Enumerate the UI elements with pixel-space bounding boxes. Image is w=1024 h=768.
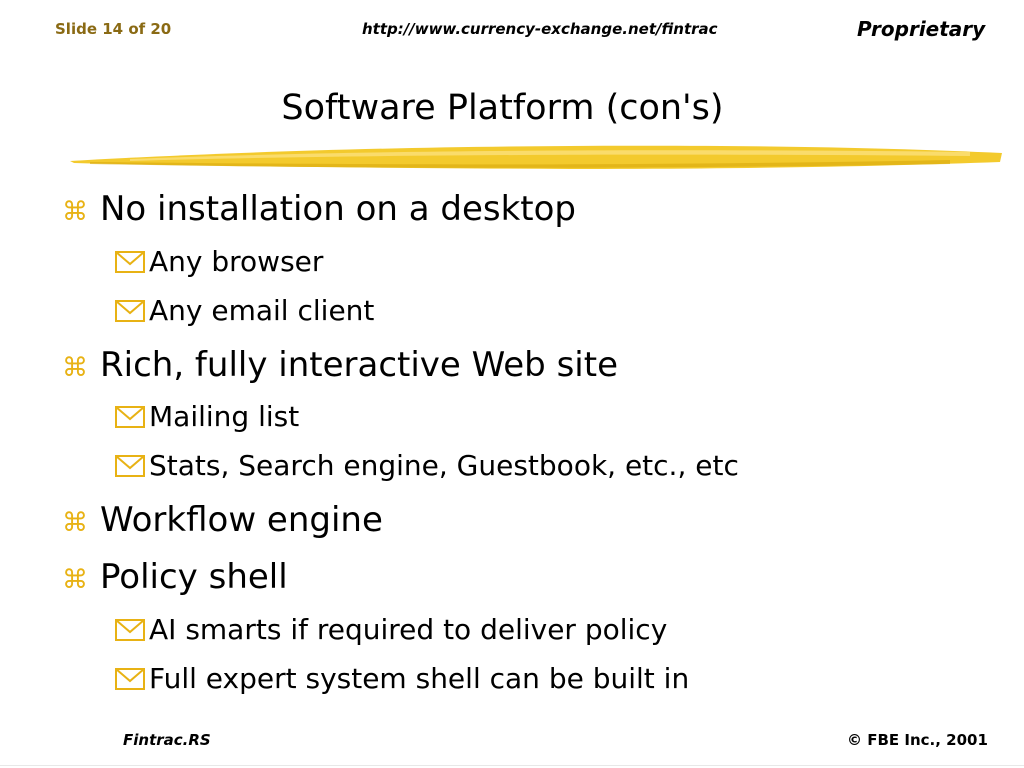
header-url: http://www.currency-exchange.net/fintrac xyxy=(362,20,718,38)
sub-bullet-text: Mailing list xyxy=(149,400,300,433)
sub-bullet-text: Any browser xyxy=(149,245,324,278)
command-key-icon: ⌘ xyxy=(62,508,88,538)
sub-bullet-item: Full expert system shell can be built in xyxy=(115,662,689,695)
sub-bullet-item: Any browser xyxy=(115,245,323,278)
footer-left-label: Fintrac.RS xyxy=(123,731,211,749)
bullet-text: No installation on a desktop xyxy=(100,189,576,229)
bullet-item: ⌘ No installation on a desktop xyxy=(62,189,576,229)
bullet-text: Rich, fully interactive Web site xyxy=(100,345,618,385)
sub-bullet-text: Stats, Search engine, Guestbook, etc., e… xyxy=(149,449,739,482)
envelope-check-icon xyxy=(115,668,149,690)
sub-bullet-text: Full expert system shell can be built in xyxy=(149,662,690,695)
sub-bullet-item: Mailing list xyxy=(115,400,299,433)
envelope-check-icon xyxy=(115,406,149,428)
envelope-check-icon xyxy=(115,619,149,641)
bullet-item: ⌘ Workflow engine xyxy=(62,500,383,540)
envelope-check-icon xyxy=(115,455,149,477)
sub-bullet-text: AI smarts if required to deliver policy xyxy=(149,613,668,646)
brush-stroke-divider xyxy=(70,145,1002,169)
sub-bullet-item: Any email client xyxy=(115,294,374,327)
slide-number: Slide 14 of 20 xyxy=(55,20,172,38)
sub-bullet-item: Stats, Search engine, Guestbook, etc., e… xyxy=(115,449,739,482)
envelope-check-icon xyxy=(115,300,149,322)
bullet-item: ⌘ Rich, fully interactive Web site xyxy=(62,345,618,385)
proprietary-label: Proprietary xyxy=(857,17,986,41)
command-key-icon: ⌘ xyxy=(62,565,88,595)
sub-bullet-item: AI smarts if required to deliver policy xyxy=(115,613,667,646)
slide-title: Software Platform (con's) xyxy=(281,88,724,128)
bullet-text: Policy shell xyxy=(100,557,288,597)
command-key-icon: ⌘ xyxy=(62,197,88,227)
bullet-text: Workflow engine xyxy=(100,500,383,540)
copyright-label: © FBE Inc., 2001 xyxy=(847,731,988,749)
bullet-item: ⌘ Policy shell xyxy=(62,557,288,597)
bottom-divider xyxy=(0,765,1024,766)
sub-bullet-text: Any email client xyxy=(149,294,375,327)
envelope-check-icon xyxy=(115,251,149,273)
command-key-icon: ⌘ xyxy=(62,353,88,383)
